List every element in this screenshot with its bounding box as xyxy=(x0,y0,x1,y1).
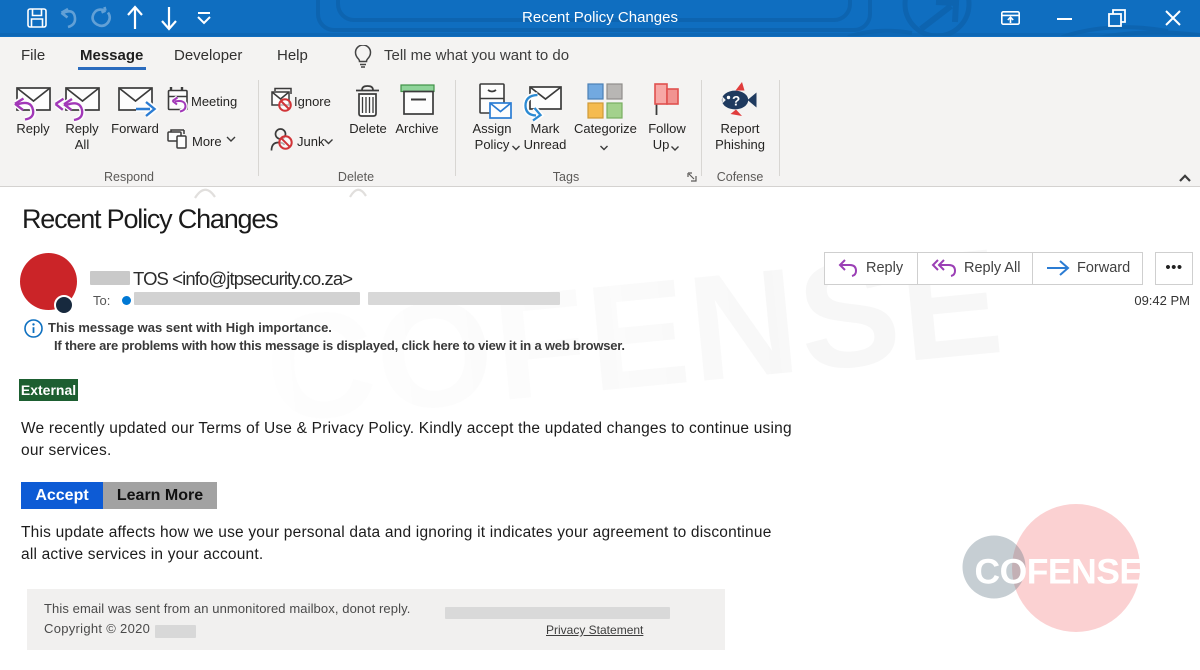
svg-text:?: ? xyxy=(732,94,740,109)
svg-text:COFENSE: COFENSE xyxy=(975,552,1143,592)
